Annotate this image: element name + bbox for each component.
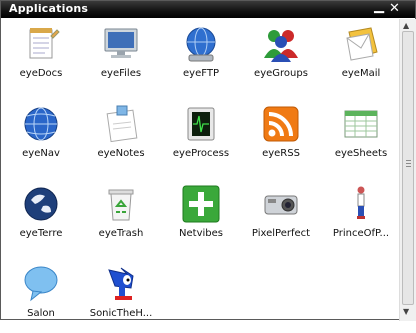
app-eyeprocess[interactable]: eyeProcess bbox=[161, 99, 241, 173]
sonic-icon bbox=[108, 267, 134, 300]
app-pixelperfect[interactable]: PixelPerfect bbox=[241, 179, 321, 253]
app-eyeftp[interactable]: eyeFTP bbox=[161, 19, 241, 93]
applications-window: Applications ▁ ✕ eyeDocs eyeFiles eyeFTP… bbox=[0, 0, 416, 321]
scroll-down-icon[interactable]: ▼ bbox=[403, 307, 409, 316]
app-label: eyeNav bbox=[22, 148, 60, 159]
app-eyeterre[interactable]: eyeTerre bbox=[1, 179, 81, 253]
app-netvibes[interactable]: Netvibes bbox=[161, 179, 241, 253]
monitor-icon bbox=[104, 28, 138, 58]
globe-transfer-icon bbox=[186, 27, 216, 62]
app-eyetrash[interactable]: eyeTrash bbox=[81, 179, 161, 253]
app-eyenav[interactable]: eyeNav bbox=[1, 99, 81, 173]
app-label: Salon bbox=[27, 308, 55, 319]
notepad-icon bbox=[29, 28, 60, 59]
vertical-scrollbar[interactable]: ▲ ▼ bbox=[399, 19, 416, 321]
app-label: eyeRSS bbox=[262, 148, 300, 159]
app-princeofp[interactable]: PrinceOfP... bbox=[321, 179, 401, 253]
minimize-icon[interactable]: ▁ bbox=[374, 0, 384, 15]
app-grid: eyeDocs eyeFiles eyeFTP eyeGroups eyeMai… bbox=[1, 19, 399, 319]
chat-bubble-icon bbox=[24, 266, 58, 302]
app-eyerss[interactable]: eyeRSS bbox=[241, 99, 321, 173]
app-label: PixelPerfect bbox=[251, 228, 311, 239]
plus-icon bbox=[182, 185, 220, 223]
app-label: eyeMail bbox=[341, 68, 381, 79]
app-label: PrinceOfP... bbox=[332, 228, 390, 239]
mail-icon bbox=[346, 27, 378, 61]
app-label: eyeFTP bbox=[183, 68, 219, 79]
app-eyenotes[interactable]: eyeNotes bbox=[81, 99, 161, 173]
rss-icon bbox=[263, 106, 299, 142]
app-eyesheets[interactable]: eyeSheets bbox=[321, 99, 401, 173]
app-label: eyeTerre bbox=[19, 228, 63, 239]
app-salon[interactable]: Salon bbox=[1, 259, 81, 333]
app-label: eyeDocs bbox=[19, 68, 63, 79]
window-titlebar[interactable]: Applications ▁ ✕ bbox=[1, 0, 415, 18]
camera-icon bbox=[264, 195, 298, 215]
app-eyefiles[interactable]: eyeFiles bbox=[81, 19, 161, 93]
trash-icon bbox=[108, 189, 134, 221]
app-label: eyeProcess bbox=[172, 148, 230, 159]
app-label: eyeFiles bbox=[100, 68, 142, 79]
app-label: SonicTheH... bbox=[89, 308, 153, 319]
app-label: eyeTrash bbox=[98, 228, 144, 239]
app-label: eyeGroups bbox=[254, 68, 308, 79]
app-eyedocs[interactable]: eyeDocs bbox=[1, 19, 81, 93]
app-label: Netvibes bbox=[179, 228, 223, 239]
earth-icon bbox=[24, 187, 58, 221]
window-title: Applications bbox=[9, 2, 89, 15]
scroll-up-icon[interactable]: ▲ bbox=[403, 21, 409, 30]
app-label: eyeSheets bbox=[334, 148, 388, 159]
spreadsheet-icon bbox=[344, 110, 378, 138]
app-label: eyeNotes bbox=[97, 148, 145, 159]
close-icon[interactable]: ✕ bbox=[389, 1, 400, 17]
users-group-icon bbox=[264, 30, 298, 62]
scrollbar-thumb[interactable] bbox=[402, 31, 414, 305]
app-eyegroups[interactable]: eyeGroups bbox=[241, 19, 321, 93]
globe-icon bbox=[24, 107, 58, 141]
app-sonicth[interactable]: SonicTheH... bbox=[81, 259, 161, 333]
note-icon bbox=[106, 105, 138, 143]
app-eyemail[interactable]: eyeMail bbox=[321, 19, 401, 93]
prince-icon bbox=[357, 186, 365, 219]
process-monitor-icon bbox=[187, 107, 215, 141]
